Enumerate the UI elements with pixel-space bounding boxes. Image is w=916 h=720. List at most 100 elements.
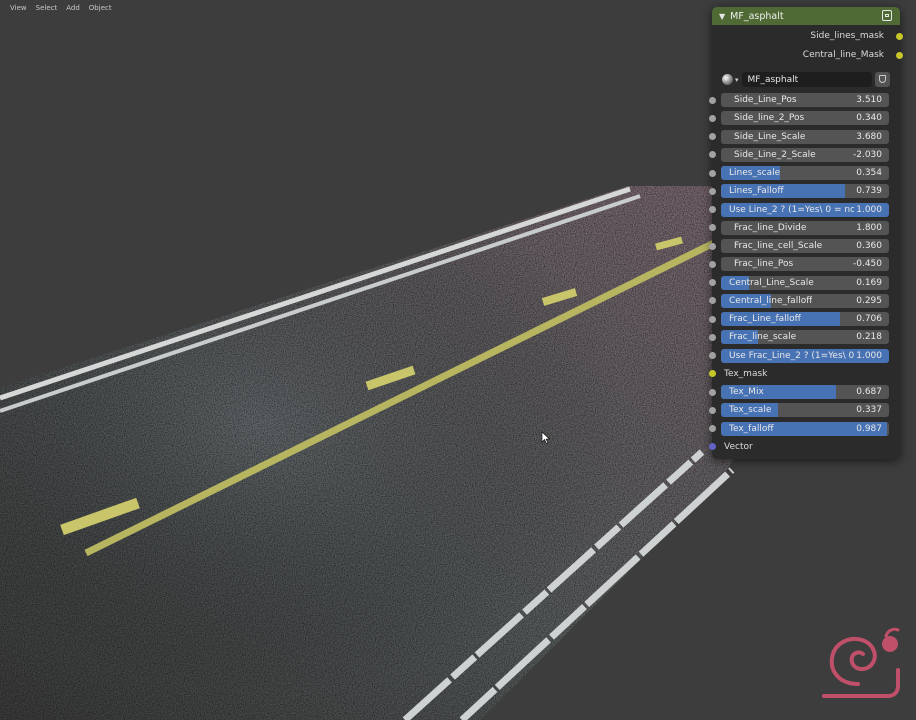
input-row: Side_Line_Pos 3.510 — [709, 91, 900, 109]
input-value: 0.340 — [856, 113, 882, 124]
input-row: Frac_line_Divide 1.800 — [709, 219, 900, 237]
input-label: Side_line_2_Pos — [734, 113, 805, 124]
input-socket[interactable] — [709, 96, 716, 104]
input-socket[interactable] — [709, 370, 716, 378]
input-row: Tex_falloff 0.987 — [709, 420, 900, 438]
input-label: Tex_falloff — [729, 423, 774, 434]
input-number-field[interactable]: Side_line_2_Pos 0.340 — [721, 111, 889, 126]
material-sphere-icon[interactable] — [722, 74, 733, 85]
input-value: 0.739 — [856, 186, 882, 197]
input-value: 0.295 — [856, 295, 882, 306]
input-row: Frac_line_Pos -0.450 — [709, 255, 900, 273]
input-socket[interactable] — [709, 425, 716, 432]
input-slider[interactable]: Lines_scale 0.354 — [721, 166, 889, 180]
output-label: Central_line_Mask — [802, 50, 884, 60]
input-socket[interactable] — [709, 260, 716, 268]
node-group-mf-asphalt[interactable]: ▼ MF_asphalt Side_lines_mask Central_lin… — [709, 7, 903, 459]
input-value: 0.218 — [856, 332, 882, 343]
input-label: Frac_Line_falloff — [729, 314, 801, 324]
menu-view[interactable]: View — [10, 4, 27, 12]
input-slider[interactable]: Lines_Falloff 0.739 — [721, 184, 889, 199]
node-group-icon[interactable] — [882, 10, 892, 21]
input-socket[interactable] — [709, 279, 716, 286]
node-header[interactable]: ▼ MF_asphalt — [712, 7, 900, 25]
input-value: 3.510 — [856, 95, 882, 105]
input-socket[interactable] — [709, 224, 716, 232]
output-socket[interactable] — [896, 51, 903, 59]
input-slider[interactable]: Tex_falloff 0.987 — [721, 421, 889, 436]
input-number-field[interactable]: Side_Line_Pos 3.510 — [721, 93, 889, 107]
input-row: Use Line_2 ? (1=Yes\ 0 = no 1.000 — [709, 201, 900, 219]
input-row: Use Frac_Line_2 ? (1=Yes\ 0 1.000 — [709, 347, 900, 365]
input-value: 0.337 — [856, 405, 882, 416]
input-row: Tex_scale 0.337 — [709, 401, 900, 419]
input-socket[interactable] — [709, 315, 716, 323]
input-row: Vector — [709, 438, 900, 456]
input-value: 0.987 — [856, 423, 882, 434]
input-label: Tex_Mix — [729, 387, 764, 397]
menu-select[interactable]: Select — [36, 4, 58, 12]
input-label: Side_Line_Scale — [734, 131, 806, 142]
input-slider[interactable]: Use Line_2 ? (1=Yes\ 0 = no 1.000 — [721, 202, 889, 217]
input-socket[interactable] — [709, 187, 716, 195]
input-label: Frac_line_Divide — [734, 222, 807, 233]
material-selector[interactable]: ▾ MF_asphalt — [722, 71, 890, 88]
input-socket[interactable] — [709, 114, 716, 122]
input-value: -2.030 — [852, 149, 882, 160]
input-row: Tex_Mix 0.687 — [709, 383, 900, 401]
input-label: Lines_scale — [729, 168, 781, 178]
input-value: 1.000 — [856, 350, 882, 361]
input-slider[interactable]: Tex_Mix 0.687 — [721, 385, 889, 399]
input-socket[interactable] — [709, 151, 716, 159]
input-number-field[interactable]: Side_Line_2_Scale -2.030 — [721, 147, 889, 162]
input-row: Central_line_falloff 0.295 — [709, 292, 900, 310]
input-label: Side_Line_Pos — [734, 95, 797, 105]
input-number-field[interactable]: Frac_line_Divide 1.800 — [721, 220, 889, 235]
input-number-field[interactable]: Side_Line_Scale 3.680 — [721, 129, 889, 144]
input-socket[interactable] — [709, 242, 716, 250]
input-label: Central_line_falloff — [729, 295, 813, 306]
input-slider[interactable]: Central_line_falloff 0.295 — [721, 293, 889, 308]
input-socket[interactable] — [709, 333, 716, 341]
material-name-field[interactable]: MF_asphalt — [741, 72, 872, 87]
input-socket[interactable] — [709, 206, 716, 213]
input-label: Use Frac_Line_2 ? (1=Yes\ 0 — [729, 350, 854, 361]
input-socket[interactable] — [709, 133, 716, 140]
menu-object[interactable]: Object — [89, 4, 112, 12]
input-socket[interactable] — [709, 169, 716, 177]
input-slider[interactable]: Tex_scale 0.337 — [721, 403, 889, 418]
output-socket[interactable] — [896, 32, 903, 40]
input-slider[interactable]: Central_Line_Scale 0.169 — [721, 275, 889, 290]
input-label: Frac_line_scale — [729, 332, 797, 343]
input-value: 3.680 — [856, 131, 882, 142]
input-socket[interactable] — [709, 443, 716, 451]
input-label: Lines_Falloff — [729, 186, 784, 197]
input-row: Lines_scale 0.354 — [709, 164, 900, 182]
input-label: Frac_line_Pos — [734, 259, 794, 270]
input-row: Central_Line_Scale 0.169 — [709, 274, 900, 292]
input-socket[interactable] — [709, 297, 716, 305]
snail-logo-icon — [822, 627, 900, 698]
input-slider[interactable]: Frac_Line_falloff 0.706 — [721, 312, 889, 326]
chevron-down-icon[interactable]: ▾ — [735, 76, 739, 84]
input-slider[interactable]: Use Frac_Line_2 ? (1=Yes\ 0 1.000 — [721, 348, 889, 363]
input-number-field[interactable]: Frac_line_cell_Scale 0.360 — [721, 239, 889, 253]
shield-icon[interactable] — [875, 72, 890, 87]
input-row: Tex_mask — [709, 365, 900, 383]
input-socket[interactable] — [709, 352, 716, 359]
input-value: 0.169 — [856, 277, 882, 288]
input-number-field[interactable]: Frac_line_Pos -0.450 — [721, 257, 889, 272]
input-label: Tex_mask — [724, 368, 768, 379]
menu-add[interactable]: Add — [66, 4, 80, 12]
input-row: Frac_line_cell_Scale 0.360 — [709, 237, 900, 255]
input-socket[interactable] — [709, 406, 716, 414]
input-socket[interactable] — [709, 388, 716, 396]
input-row: Lines_Falloff 0.739 — [709, 182, 900, 200]
triangle-down-icon[interactable]: ▼ — [719, 12, 725, 21]
input-label: Central_Line_Scale — [729, 277, 814, 288]
input-label: Vector — [724, 441, 753, 452]
input-row: Side_line_2_Pos 0.340 — [709, 109, 900, 127]
input-slider[interactable]: Frac_line_scale 0.218 — [721, 330, 889, 345]
input-value: 0.706 — [856, 314, 882, 324]
input-value: 0.360 — [856, 241, 882, 251]
